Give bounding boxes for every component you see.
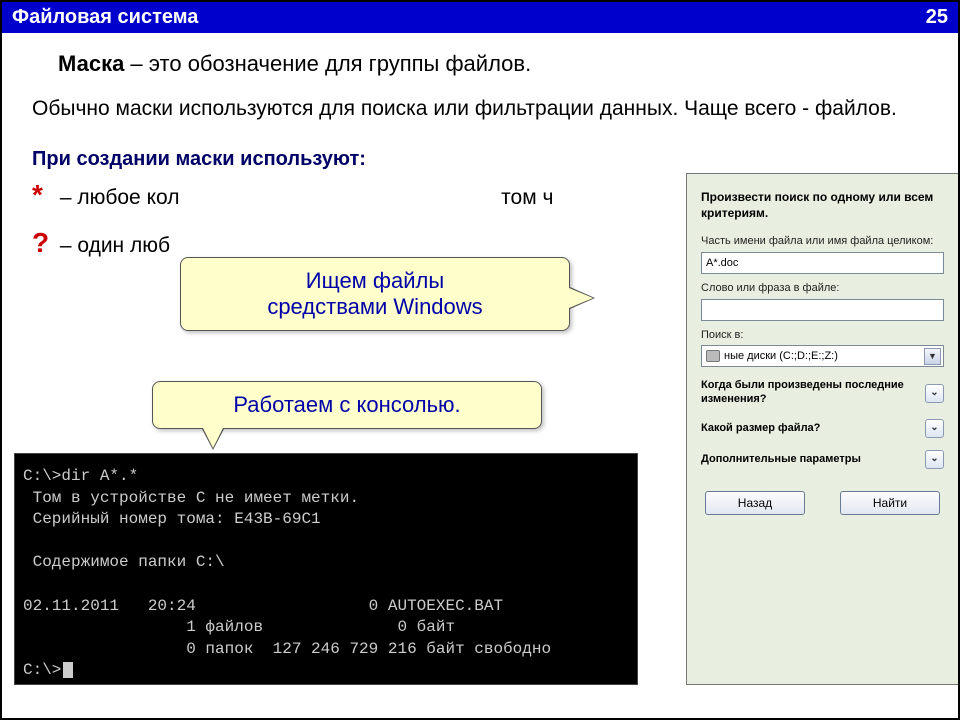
callout-windows-search: Ищем файлы средствами Windows: [180, 257, 570, 331]
windows-search-panel: Произвести поиск по одному или всем крит…: [686, 173, 958, 685]
back-button[interactable]: Назад: [705, 491, 805, 515]
expander-label: Когда были произведены последние изменен…: [701, 379, 919, 407]
label-filename: Часть имени файла или имя файла целиком:: [701, 235, 944, 249]
slide-title: Файловая система: [12, 6, 198, 29]
console-prompt: C:\>: [23, 661, 61, 679]
chevrons-down-icon[interactable]: ⌄: [925, 419, 944, 438]
bullet-text-tail: том ч: [501, 186, 553, 209]
chevrons-down-icon[interactable]: ⌄: [925, 384, 944, 403]
chevrons-down-icon[interactable]: ⌄: [925, 450, 944, 469]
console-line: Том в устройстве C не имеет метки.: [23, 489, 359, 507]
label-phrase: Слово или фраза в файле:: [701, 282, 944, 296]
console-line: Содержимое папки C:\: [23, 553, 225, 571]
slide-body: Маска – это обозначение для группы файло…: [2, 33, 958, 717]
expander-size[interactable]: Какой размер файла? ⌄: [701, 419, 944, 438]
expander-label: Какой размер файла?: [701, 422, 820, 436]
search-location-dropdown[interactable]: ные диски (C:;D:;E:;Z:) ▼: [701, 345, 944, 367]
callout-line: средствами Windows: [209, 294, 541, 320]
slide-header: Файловая система 25: [2, 2, 958, 33]
label-search-in: Поиск в:: [701, 329, 944, 343]
expander-modified[interactable]: Когда были произведены последние изменен…: [701, 379, 944, 407]
bullet-text: – один люб: [54, 234, 170, 257]
paragraph: Обычно маски используются для поиска или…: [32, 95, 928, 122]
definition-line: Маска – это обозначение для группы файло…: [58, 51, 928, 77]
chevron-down-icon[interactable]: ▼: [924, 348, 941, 365]
console-window: C:\>dir A*.* Том в устройстве C не имеет…: [14, 453, 638, 685]
definition-text: – это обозначение для группы файлов.: [124, 51, 531, 76]
disk-icon: [706, 350, 720, 362]
expander-advanced[interactable]: Дополнительные параметры ⌄: [701, 450, 944, 469]
slide-number: 25: [926, 6, 948, 29]
bullet-text: – любое кол: [54, 186, 179, 209]
callout-console: Работаем с консолью.: [152, 381, 542, 429]
expander-label: Дополнительные параметры: [701, 453, 861, 467]
callout-line: Ищем файлы: [209, 268, 541, 294]
console-line: 0 папок 127 246 729 216 байт свободно: [23, 640, 551, 658]
panel-title: Произвести поиск по одному или всем крит…: [701, 190, 944, 221]
find-button[interactable]: Найти: [840, 491, 940, 515]
question-symbol: ?: [32, 227, 54, 259]
console-line: 1 файлов 0 байт: [23, 618, 455, 636]
phrase-input[interactable]: [701, 299, 944, 321]
subheading: При создании маски используют:: [32, 148, 928, 171]
console-line: 02.11.2011 20:24 0 AUTOEXEC.BAT: [23, 597, 503, 615]
cursor-icon: [63, 662, 73, 678]
asterisk-symbol: *: [32, 179, 54, 211]
callout-text: Работаем с консолью.: [233, 392, 460, 417]
dropdown-value: ные диски (C:;D:;E:;Z:): [724, 350, 838, 362]
console-line: C:\>dir A*.*: [23, 467, 138, 485]
term: Маска: [58, 51, 124, 76]
console-line: Серийный номер тома: E43B-69C1: [23, 510, 321, 528]
filename-input[interactable]: [701, 252, 944, 274]
